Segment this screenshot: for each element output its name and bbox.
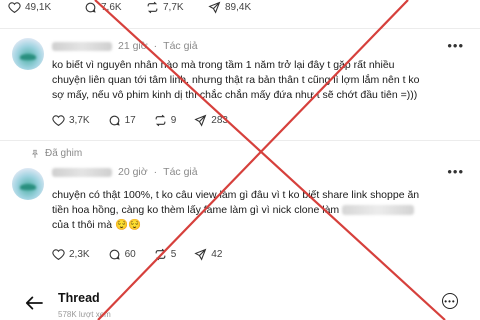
pinned-indicator: Đã ghim xyxy=(30,148,82,159)
avatar[interactable] xyxy=(12,38,44,70)
share-count: 89,4K xyxy=(225,2,252,13)
comment-icon xyxy=(85,2,96,13)
heart-icon xyxy=(52,115,65,127)
divider xyxy=(0,28,480,29)
like-count: 2,3K xyxy=(69,249,90,260)
heart-icon xyxy=(8,2,21,14)
more-options-button[interactable]: ••• xyxy=(447,38,464,53)
thread-views: 578K lượt xem xyxy=(58,310,111,319)
post-line: của t thôi mà 😌😌 xyxy=(52,219,142,231)
share-count: 42 xyxy=(211,249,223,260)
comment-count: 60 xyxy=(124,249,136,260)
more-icon[interactable]: ••• xyxy=(442,293,458,309)
comment-icon xyxy=(109,249,120,260)
author-tag: Tác giả xyxy=(163,166,198,178)
repost-count: 5 xyxy=(170,249,177,260)
more-options-button[interactable]: ••• xyxy=(447,164,464,179)
post-line: chuyện liên quan tới tâm linh. nhưng thậ… xyxy=(52,74,420,86)
share-icon xyxy=(194,248,207,261)
dot-separator: · xyxy=(153,40,158,52)
post-line: ko biết vì nguyên nhân nào mà trong tầm … xyxy=(52,59,395,71)
dot-separator: · xyxy=(153,166,158,178)
share-button[interactable]: 89,4K xyxy=(208,1,251,14)
comment-count: 17 xyxy=(124,115,136,126)
post-line: sợ mấy, nếu vô phim kinh dị thì chắc chắ… xyxy=(52,89,418,101)
post-line: tiền hoa hồng, càng ko thèm lấy fame làm… xyxy=(52,203,462,218)
like-count: 49,1K xyxy=(25,2,52,13)
post-header: 20 giờ · Tác giả xyxy=(52,166,198,178)
thread-header-bar: Thread 578K lượt xem ••• xyxy=(0,290,480,320)
back-arrow-icon[interactable] xyxy=(24,295,44,311)
share-count: 283 xyxy=(211,115,228,126)
share-icon xyxy=(208,1,221,14)
comment-button[interactable]: 7,6K xyxy=(84,1,122,14)
post-stats: 2,3K 60 5 42 xyxy=(52,248,222,261)
top-action-row: 49,1K 7,6K 7,7K 89,4K xyxy=(0,0,480,20)
post-time: 21 giờ xyxy=(118,40,148,52)
comment-button[interactable]: 17 xyxy=(108,114,136,127)
repost-count: 9 xyxy=(170,115,177,126)
post-body: ko biết vì nguyên nhân nào mà trong tầm … xyxy=(52,58,462,103)
like-count: 3,7K xyxy=(69,115,90,126)
avatar[interactable] xyxy=(12,168,44,200)
post-body: chuyện có thật 100%, t ko câu view làm g… xyxy=(52,188,462,233)
pinned-label: Đã ghim xyxy=(45,148,83,159)
author-tag: Tác giả xyxy=(163,40,198,52)
reply-post: 21 giờ · Tác giả ••• ko biết vì nguyên n… xyxy=(0,30,480,142)
post-header: 21 giờ · Tác giả xyxy=(52,40,198,52)
share-button[interactable]: 42 xyxy=(194,248,222,261)
comment-count: 7,6K xyxy=(101,2,122,13)
share-button[interactable]: 283 xyxy=(194,114,228,127)
like-button[interactable]: 49,1K xyxy=(8,1,51,14)
author-name-blurred[interactable] xyxy=(52,167,112,177)
post-line: chuyện có thật 100%, t ko câu view làm g… xyxy=(52,189,420,201)
heart-icon xyxy=(52,249,65,261)
comment-button[interactable]: 60 xyxy=(108,248,136,261)
repost-count: 7,7K xyxy=(163,2,184,13)
share-icon xyxy=(194,114,207,127)
thread-title: Thread xyxy=(58,291,100,305)
divider xyxy=(0,140,480,141)
repost-button[interactable]: 7,7K xyxy=(146,1,184,14)
pinned-reply-post: Đã ghim 20 giờ · Tác giả ••• chuyện có t… xyxy=(0,142,480,290)
repost-icon xyxy=(147,1,158,14)
comment-icon xyxy=(109,115,120,126)
post-line-text: tiền hoa hồng, càng ko thèm lấy fame làm… xyxy=(52,204,340,216)
post-stats: 3,7K 17 9 283 xyxy=(52,114,228,127)
like-button[interactable]: 3,7K xyxy=(52,114,90,127)
repost-icon xyxy=(155,114,166,127)
repost-button[interactable]: 5 xyxy=(154,248,177,261)
blurred-text xyxy=(342,205,415,216)
author-name-blurred[interactable] xyxy=(52,41,112,51)
pin-icon xyxy=(31,149,39,158)
post-time: 20 giờ xyxy=(118,166,148,178)
like-button[interactable]: 2,3K xyxy=(52,248,90,261)
repost-button[interactable]: 9 xyxy=(154,114,177,127)
repost-icon xyxy=(155,248,166,261)
